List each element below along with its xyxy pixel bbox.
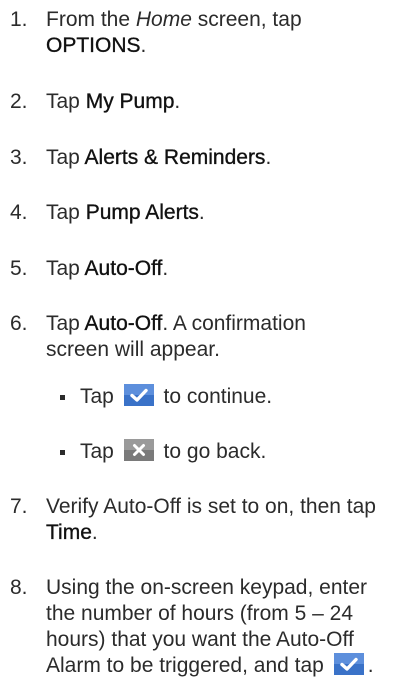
- check-icon: [333, 653, 364, 676]
- alerts-reminders-ref: Alerts & Reminders: [84, 146, 266, 169]
- step-text: Tap Alerts & Reminders.: [46, 146, 272, 169]
- step-text: Tap My Pump.: [46, 90, 181, 113]
- auto-off-ref: Auto-Off: [84, 312, 163, 335]
- pump-alerts-ref: Pump Alerts: [85, 201, 200, 224]
- step-number: 7.: [10, 495, 28, 518]
- options-ref: OPTIONS: [46, 34, 141, 57]
- step-text: Tap Auto-Off.: [46, 257, 169, 280]
- my-pump-ref: My Pump: [85, 90, 175, 113]
- step-number: 4.: [10, 201, 28, 224]
- step-text: From the Home screen, tap OPTIONS.: [46, 8, 302, 57]
- step-number: 5.: [10, 257, 28, 280]
- step-text: Verify Auto-Off is set to on, then tap T…: [46, 495, 376, 544]
- step-text: Tap Auto-Off. A confirmation screen will…: [46, 312, 306, 361]
- auto-off-ref: Auto-Off: [84, 257, 163, 280]
- x-icon: [123, 439, 154, 462]
- step-number: 3.: [10, 146, 28, 169]
- bullet-dot: [60, 450, 65, 455]
- bullet-dot: [60, 395, 65, 400]
- step-number: 8.: [10, 576, 28, 599]
- step-number: 6.: [10, 312, 28, 335]
- step-number: 2.: [10, 90, 28, 113]
- step-number: 1.: [10, 8, 28, 31]
- instructions-page: 1. From the Home screen, tap OPTIONS. 2.…: [0, 0, 417, 677]
- home-screen-ref: Home: [135, 8, 192, 31]
- step-text: Using the on-screen keypad, enter the nu…: [46, 576, 374, 677]
- time-ref: Time: [46, 521, 92, 544]
- check-icon: [123, 384, 154, 407]
- step-text: Tap Pump Alerts.: [46, 201, 205, 224]
